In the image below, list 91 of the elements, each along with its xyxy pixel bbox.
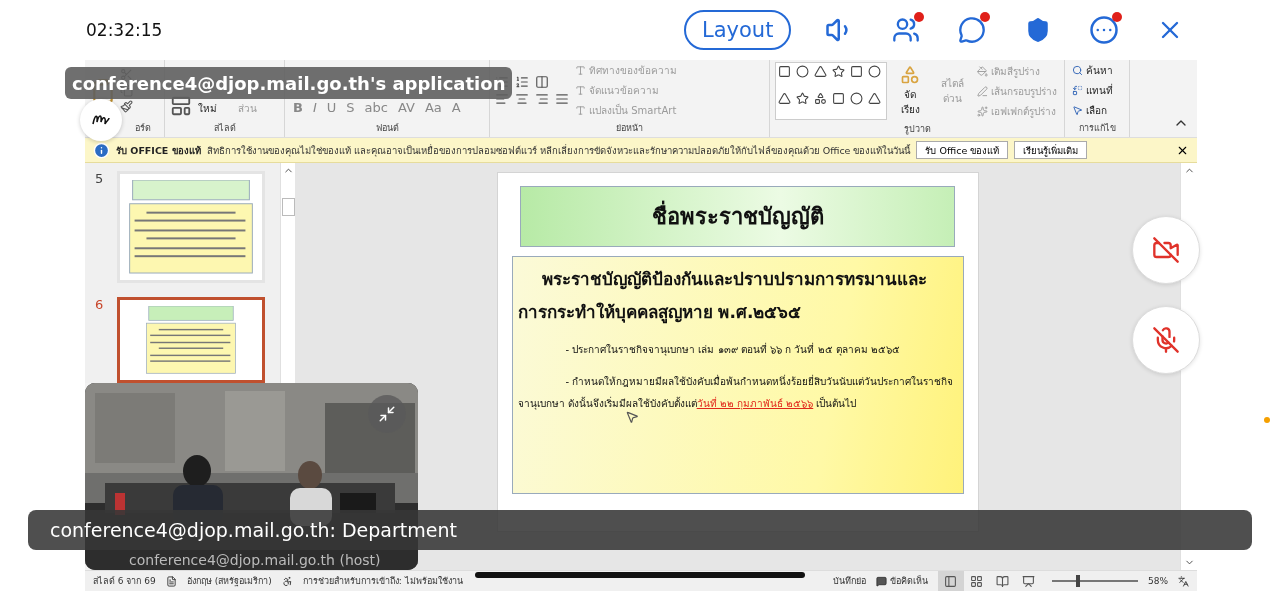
comments-button[interactable]: ข้อคิดเห็น [876,574,928,588]
replace-icon [1072,85,1083,96]
view-button[interactable] [938,571,964,591]
triangle-icon [814,65,827,78]
notes-button[interactable]: บันทึกย่อ [833,574,866,588]
font-format-button[interactable]: I [309,100,320,115]
text-icon [575,85,586,96]
section-button[interactable]: ส่วน [236,100,259,117]
align-center-icon [515,92,529,106]
align-right-icon [535,92,549,106]
search-icon [1072,65,1083,76]
square-icon [850,65,863,78]
info-bar-button[interactable]: รับ Office ของแท้ [916,141,1009,159]
accessibility-status: การช่วยสำหรับการเข้าถึง: ไม่พร้อมใช้งาน [302,575,463,588]
new-slide-button[interactable]: ใหม่ [196,100,232,117]
slide-number: 6 [95,297,105,314]
pointer-icon [1072,105,1083,116]
group-label: อร์ด [133,122,152,135]
slide-number: 5 [95,171,105,188]
arrange-button[interactable]: จัดเรียง [891,64,929,118]
square-icon [832,92,845,105]
info-bar-button[interactable]: เรียนรู้เพิ่มเติม [1014,141,1088,159]
brush-icon [120,100,133,113]
caption-text: conference4@djop.mail.go.th: Department [28,510,1252,550]
zoom-thumb[interactable] [1076,575,1081,587]
text-icon [575,65,586,76]
participant-name: conference4@djop.mail.go.th (host) [129,552,381,568]
columns-icon [535,75,549,89]
layout-button[interactable]: Layout [684,10,792,50]
circle-icon [850,92,863,105]
group-label: ย่อหน้า [615,122,644,135]
accessibility-icon [281,575,293,587]
status-dot [1264,417,1270,423]
slide-heading: พระราชบัญญัติป้องกันและปราบปรามการทรมานและการกระทำให้บุคคลสูญหาย พ.ศ.๒๕๖๕ [517,268,928,326]
camera-off-icon [1152,236,1180,264]
editing-command[interactable]: แทนที่ [1070,82,1115,99]
shapes-icon [814,92,827,105]
language-status: อังกฤษ (สหรัฐอเมริกา) [186,575,272,588]
bucket-icon [977,65,988,77]
book-icon [996,574,1010,588]
slide-title: ชื่อพระราชบัญญัติ [520,186,955,247]
slide-thumbnail[interactable] [117,297,265,383]
shapes-icon [900,65,920,85]
bullet-text: - กำหนดให้กฎหมายมีผลใช้บังคับเมื่อพ้นกำหนดหนึ่งร้อยยี่สิบวันนับแต่วันประกาศในราชกิจจานุเบกษา ดังนั้นจึงเริ่มมีผลใช้บังคับตั้งแต่วันที่ ๒๒ กุมภาพันธ์ ๒๕๖๖ เป็นต้นไป [517,373,955,412]
document-icon [165,575,177,587]
zoom-level: 58% [1148,576,1168,586]
clock-time: 02:32:15 [86,20,164,40]
people-icon [892,16,921,44]
font-format-button[interactable]: abc [361,100,391,115]
mic-off-icon [1152,326,1180,354]
numbering-icon [515,75,529,89]
comment-icon [876,575,887,587]
shapes-gallery[interactable] [775,62,887,120]
more-icon [1089,15,1120,45]
bullet-text: - ประกาศในราชกิจจานุเบกษา เล่ม ๑๓๙ ตอนที่ ๖๖ ก วันที่ ๒๕ ตุลาคม ๒๕๖๕ [564,341,901,358]
sparkles-icon [977,105,988,117]
circle-icon [868,65,881,78]
font-format-button[interactable]: Aa [421,100,445,115]
minimize-icon [378,405,396,423]
pen-icon [977,85,988,97]
chat-icon [958,16,987,44]
quick-styles-button[interactable]: สไตล์ ด่วน [933,75,971,107]
share-label: conference4@djop.mail.go.th's application [65,67,513,99]
info-title: รับ OFFICE ของแท้ [116,143,201,158]
font-format-button[interactable]: U [323,100,340,115]
font-format-button[interactable]: A [448,100,464,115]
editing-command[interactable]: เลือก [1070,102,1115,119]
justify-icon [555,92,569,106]
font-format-button[interactable]: B [290,100,306,115]
square-icon [778,65,791,78]
star-icon [832,65,845,78]
cursor-icon [624,410,639,424]
normal-view-icon [944,574,958,588]
triangle-icon [778,92,791,105]
slide-count: สไลด์ 6 จาก 69 [93,575,156,588]
group-label: การแก้ไข [1077,122,1117,135]
info-icon [93,141,110,159]
grid-icon [970,574,984,588]
scroll-thumb[interactable] [281,198,295,216]
circle-icon [796,65,809,78]
font-format-button[interactable]: AV [394,100,418,115]
text-icon [575,105,586,116]
group-label: สไลด์ [212,122,237,135]
group-label: รูปวาด [902,123,932,137]
presentation-icon [1022,574,1036,588]
font-format-button[interactable]: S [343,100,358,115]
star-icon [796,92,809,105]
editing-command[interactable]: ค้นหา [1070,62,1115,79]
triangle-icon [868,92,881,105]
group-label: ฟอนต์ [374,122,400,135]
info-message: สิทธิการใช้งานของคุณไม่ใช่ของแท้ และคุณอาจเป็นเหยื่อของการปลอมซอฟต์แวร์ หลีกเลี่ยงการขัดจังหวะและรักษาความปลอดภัยให้กับไฟล์ของคุณด้วย Office ของแท้ในวันนี้ [206,143,911,158]
